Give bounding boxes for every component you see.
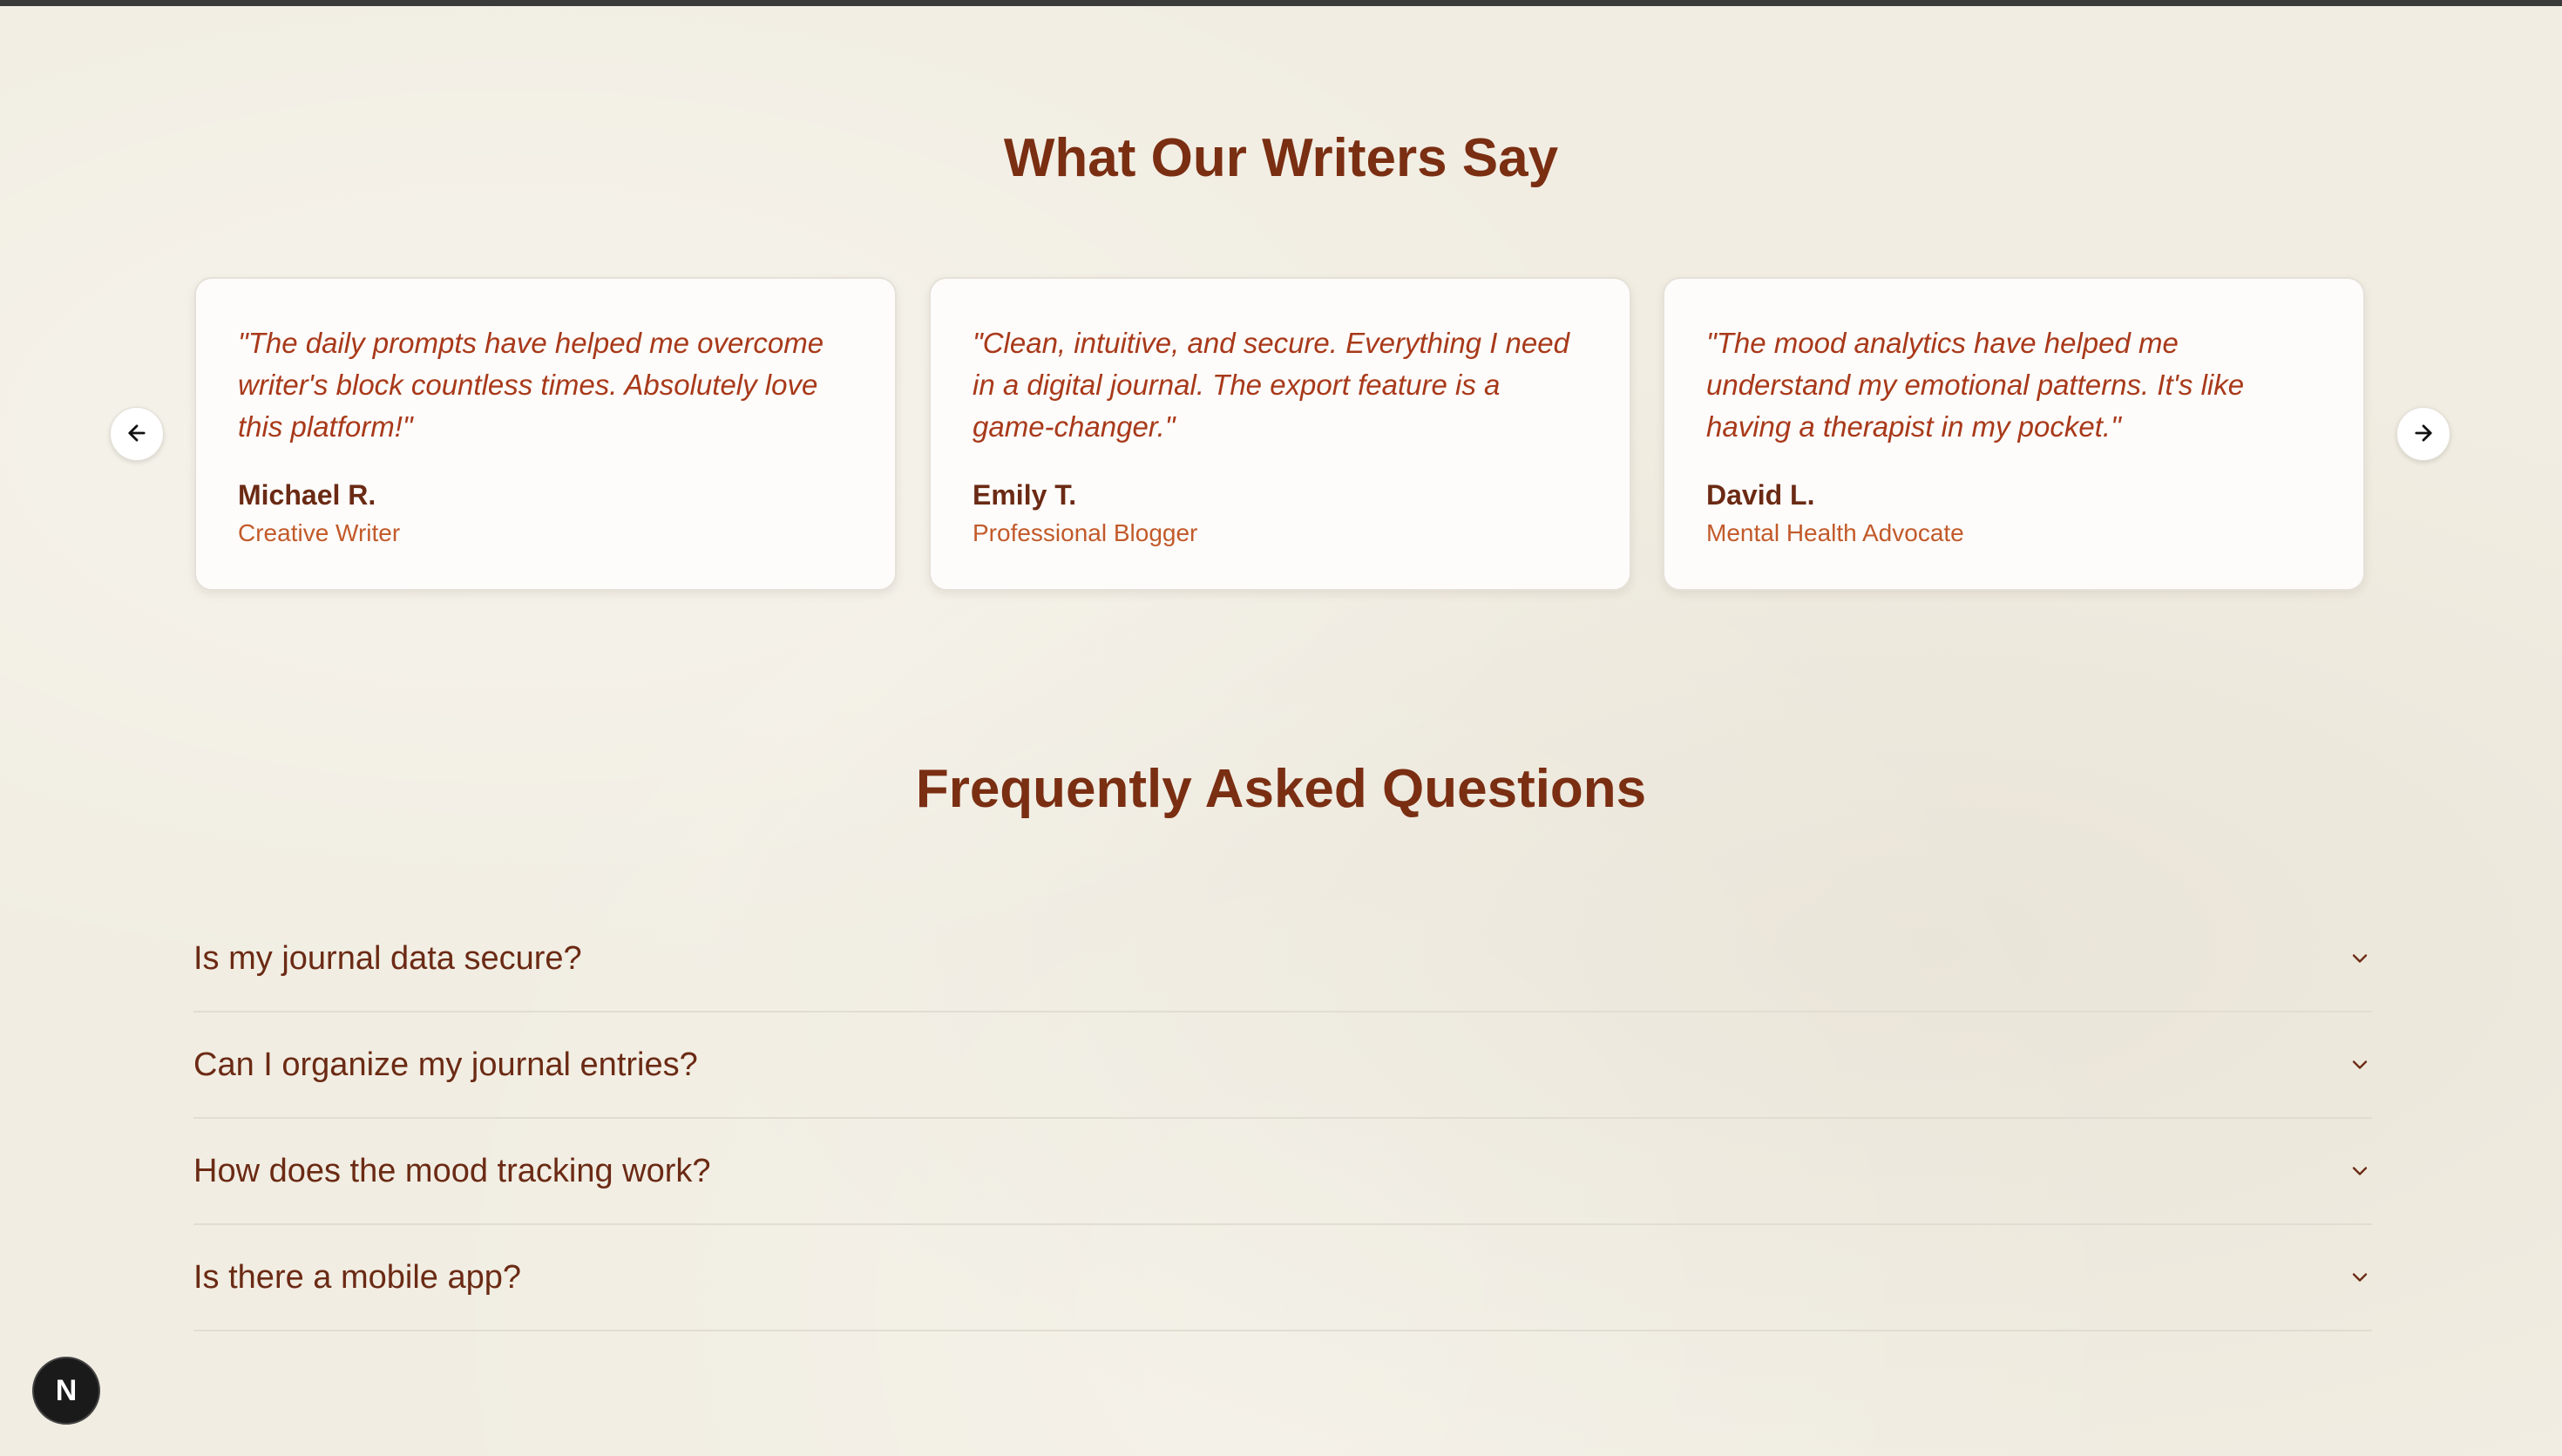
faq-item[interactable]: Is my journal data secure?	[193, 906, 2372, 1012]
faq-item[interactable]: How does the mood tracking work?	[193, 1119, 2372, 1225]
testimonial-author-name: Emily T.	[973, 479, 1077, 511]
faq-question: Is my journal data secure?	[193, 940, 582, 977]
testimonial-quote: "Clean, intuitive, and secure. Everythin…	[973, 327, 1569, 443]
arrow-right-icon	[2411, 421, 2436, 448]
nextjs-logo-icon: N	[55, 1373, 78, 1407]
testimonials-title: What Our Writers Say	[1003, 128, 1559, 188]
testimonial-author-name: Michael R.	[238, 479, 376, 511]
chevron-down-icon	[2348, 946, 2372, 971]
faq-question: Is there a mobile app?	[193, 1259, 522, 1296]
testimonial-card: "The daily prompts have helped me overco…	[194, 277, 897, 591]
faq-item[interactable]: Is there a mobile app?	[193, 1225, 2372, 1331]
testimonial-quote: "The daily prompts have helped me overco…	[238, 327, 824, 443]
chevron-down-icon	[2348, 1053, 2372, 1077]
chevron-down-icon	[2348, 1265, 2372, 1290]
faq-title: Frequently Asked Questions	[915, 759, 1647, 819]
faq-item[interactable]: Can I organize my journal entries?	[193, 1012, 2372, 1119]
faq-question: Can I organize my journal entries?	[193, 1046, 698, 1083]
testimonial-card: "The mood analytics have helped me under…	[1663, 277, 2365, 591]
testimonial-author-role: Professional Blogger	[973, 519, 1198, 546]
nextjs-dev-badge[interactable]: N	[32, 1357, 100, 1425]
testimonial-author-name: David L.	[1706, 479, 1815, 511]
carousel-prev-button[interactable]	[110, 407, 164, 461]
testimonial-card: "Clean, intuitive, and secure. Everythin…	[929, 277, 1631, 591]
chevron-down-icon	[2348, 1159, 2372, 1183]
faq-question: How does the mood tracking work?	[193, 1153, 711, 1189]
testimonial-author-role: Mental Health Advocate	[1706, 519, 1964, 546]
testimonial-author-role: Creative Writer	[238, 519, 401, 546]
arrow-left-icon	[125, 421, 149, 448]
testimonial-quote: "The mood analytics have helped me under…	[1706, 327, 2245, 443]
carousel-next-button[interactable]	[2396, 407, 2450, 461]
top-border	[0, 0, 2562, 6]
